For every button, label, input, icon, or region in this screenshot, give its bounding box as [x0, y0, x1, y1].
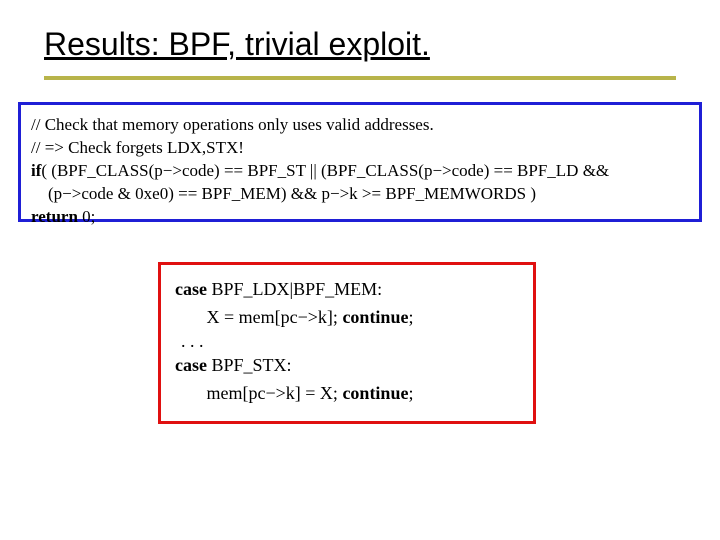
comment-line-2: // => Check forgets LDX,STX! — [31, 136, 689, 159]
kw-case-1: case — [175, 279, 207, 299]
title-underline-rule — [44, 76, 676, 80]
case-stx-line: case BPF_STX: — [175, 351, 521, 379]
case-ldx-label: BPF_LDX|BPF_MEM: — [207, 279, 382, 299]
ellipsis: . . . — [175, 331, 521, 351]
if-line-1: if( (BPF_CLASS(p−>code) == BPF_ST || (BP… — [31, 159, 689, 182]
kw-case-2: case — [175, 355, 207, 375]
ldx-body: X = mem[pc−>k]; continue; — [175, 303, 521, 331]
kw-if: if — [31, 161, 41, 180]
if-line-2: (p−>code & 0xe0) == BPF_MEM) && p−>k >= … — [31, 182, 689, 205]
semi-2: ; — [408, 383, 413, 403]
code-box-interpreter: case BPF_LDX|BPF_MEM: X = mem[pc−>k]; co… — [158, 262, 536, 424]
code-box-validation: // Check that memory operations only use… — [18, 102, 702, 222]
stx-stmt: mem[pc−>k] = X; — [175, 383, 342, 403]
case-stx-label: BPF_STX: — [207, 355, 292, 375]
cond-1: ( (BPF_CLASS(p−>code) == BPF_ST || (BPF_… — [41, 161, 609, 180]
comment-line-1: // Check that memory operations only use… — [31, 113, 689, 136]
kw-return: return — [31, 207, 78, 226]
return-line: return 0; — [31, 205, 689, 228]
kw-continue-2: continue — [342, 383, 408, 403]
semi-1: ; — [408, 307, 413, 327]
slide-title: Results: BPF, trivial exploit. — [44, 26, 430, 63]
case-ldx-line: case BPF_LDX|BPF_MEM: — [175, 275, 521, 303]
slide: Results: BPF, trivial exploit. // Check … — [0, 0, 720, 540]
return-val: 0; — [78, 207, 95, 226]
ldx-stmt: X = mem[pc−>k]; — [175, 307, 342, 327]
kw-continue-1: continue — [342, 307, 408, 327]
stx-body: mem[pc−>k] = X; continue; — [175, 379, 521, 407]
